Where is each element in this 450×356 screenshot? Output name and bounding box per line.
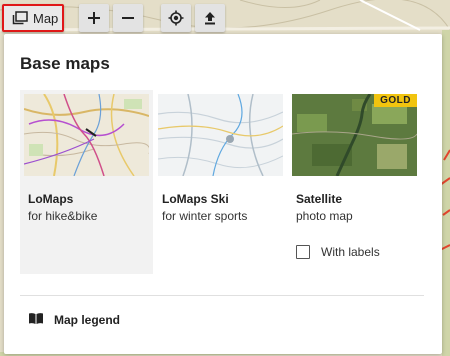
map-option-lomaps-ski[interactable]: LoMaps Ski for winter sports	[154, 90, 287, 274]
lomaps-ski-thumbnail	[158, 94, 283, 176]
map-legend-label: Map legend	[54, 313, 121, 327]
map-option-name: LoMaps	[28, 192, 74, 206]
gold-badge: GOLD	[374, 94, 417, 107]
minus-icon	[121, 11, 135, 25]
upload-icon	[203, 11, 217, 25]
map-option-description: for winter sports	[162, 209, 248, 223]
zoom-out-button[interactable]	[113, 4, 143, 32]
with-labels-label: With labels	[321, 245, 380, 259]
layers-icon	[12, 11, 28, 25]
map-button[interactable]: Map	[2, 4, 64, 32]
map-option-description: photo map	[296, 209, 353, 223]
panel-title: Base maps	[20, 54, 110, 73]
divider	[20, 295, 424, 296]
map-option-name: LoMaps Ski	[162, 192, 229, 206]
plus-icon	[87, 11, 101, 25]
with-labels-checkbox[interactable]	[296, 245, 310, 259]
lomaps-thumbnail	[24, 94, 149, 176]
map-option-name: Satellite	[296, 192, 343, 206]
map-button-label: Map	[33, 10, 59, 26]
base-maps-panel: Base maps LoMaps for hike&bike LoMaps Sk…	[4, 34, 442, 354]
zoom-in-button[interactable]	[79, 4, 109, 32]
map-option-description: for hike&bike	[28, 209, 98, 223]
location-target-icon	[168, 10, 184, 26]
my-location-button[interactable]	[161, 4, 191, 32]
with-labels-toggle[interactable]: With labels	[296, 245, 380, 259]
upload-button[interactable]	[195, 4, 225, 32]
map-legend-button[interactable]: Map legend	[28, 312, 120, 328]
book-icon	[28, 312, 44, 328]
map-option-lomaps[interactable]: LoMaps for hike&bike	[20, 90, 153, 274]
